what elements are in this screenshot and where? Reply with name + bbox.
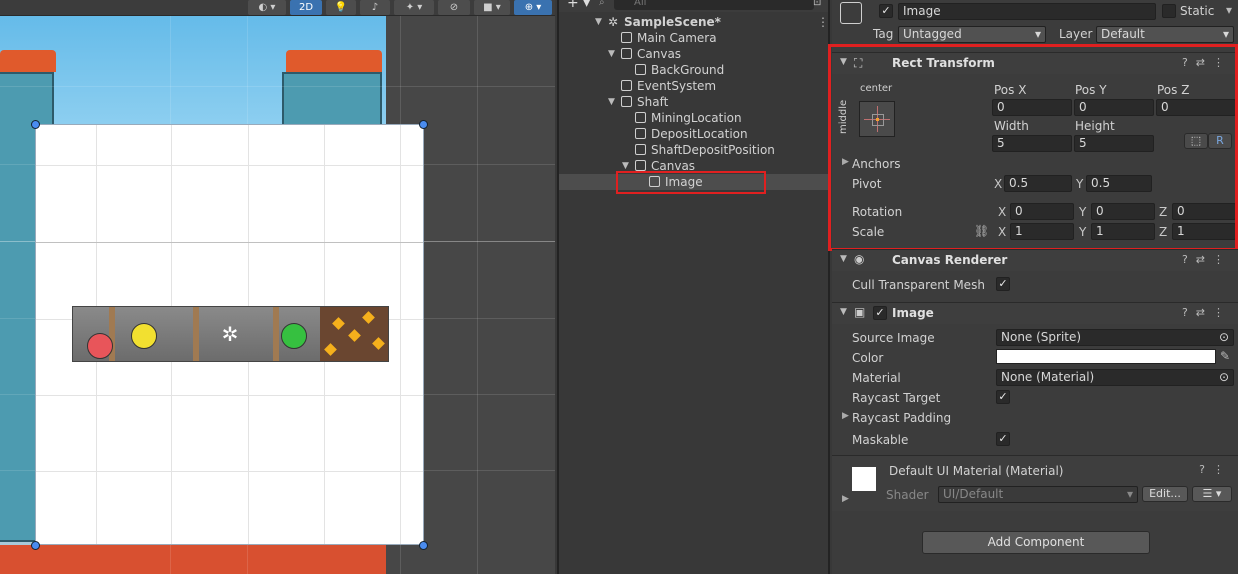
hierarchy-search-input[interactable]: All [614, 0, 814, 10]
layer-label: Layer [1059, 27, 1093, 41]
color-swatch[interactable] [996, 349, 1216, 364]
maskable-label: Maskable [852, 433, 909, 447]
green-light-icon [281, 323, 307, 349]
rect-handle-top-left[interactable] [31, 120, 40, 129]
static-label: Static [1180, 4, 1215, 18]
gameobject-icon [621, 48, 632, 59]
eye-icon: ◉ [854, 252, 865, 266]
material-label: Material [852, 371, 901, 385]
foldout-arrow-icon[interactable]: ▼ [840, 254, 847, 264]
canvas-renderer-header[interactable]: ▼ ◉ Canvas Renderer ?⇄⋮ [832, 249, 1238, 271]
gameobject-icon [635, 160, 646, 171]
gameobject-icon [621, 80, 632, 91]
ore-pile [320, 307, 388, 361]
camera-icon[interactable]: ■ ▾ [474, 0, 510, 15]
lock-icon[interactable]: ⊡ [813, 0, 821, 8]
cull-transparent-mesh-label: Cull Transparent Mesh [852, 278, 985, 292]
object-name-input[interactable]: Image [898, 3, 1156, 20]
building-roof-right [286, 50, 382, 72]
unity-scene-icon: ✲ [608, 15, 619, 29]
source-image-label: Source Image [852, 331, 935, 345]
gameobject-icon [635, 128, 646, 139]
hierarchy-item-mininglocation[interactable]: MiningLocation [559, 110, 830, 126]
hierarchy-item-shaft[interactable]: ▼ Shaft [559, 94, 830, 110]
component-menu-icons[interactable]: ?⇄⋮ [1182, 253, 1232, 266]
hierarchy-item-main-camera[interactable]: Main Camera [559, 30, 830, 46]
hierarchy-toolbar: + ▾ All ⌕ ⊡ [559, 0, 828, 12]
image-enabled-checkbox[interactable]: ✓ [873, 306, 887, 320]
gameobject-icon [840, 2, 862, 24]
rect-transform-highlight [828, 44, 1238, 251]
gameobject-icon [621, 32, 632, 43]
scene-toolbar: ◐ ▾ 2D 💡 ♪ ✦ ▾ ⊘ ■ ▾ ⊕ ▾ [0, 0, 555, 16]
edit-shader-button[interactable]: Edit... [1142, 486, 1188, 502]
building-roof-left [0, 50, 56, 72]
shaft-sprite[interactable]: ✲ [72, 306, 389, 362]
gameobject-icon [621, 96, 632, 107]
red-light-icon [87, 333, 113, 359]
static-dropdown-icon[interactable]: ▾ [1226, 3, 1232, 17]
search-icon: ⌕ [599, 0, 605, 8]
material-title: Default UI Material (Material) [889, 464, 1064, 478]
shader-options-button[interactable]: ☰ ▾ [1192, 486, 1232, 502]
eyedropper-icon[interactable]: ✎ [1220, 349, 1230, 363]
raycast-target-checkbox[interactable]: ✓ [996, 390, 1010, 404]
rect-handle-bottom-left[interactable] [31, 541, 40, 550]
pivot-gizmo-icon[interactable]: ✲ [219, 323, 241, 345]
add-icon[interactable]: + ▾ [567, 0, 590, 11]
tag-dropdown[interactable]: Untagged ▾ [898, 26, 1046, 43]
static-checkbox[interactable] [1162, 4, 1176, 18]
material-menu-icons[interactable]: ?⋮ [1199, 463, 1232, 476]
material-preview-icon [852, 467, 876, 491]
gameobject-icon [635, 112, 646, 123]
selection-highlight [616, 171, 766, 194]
hierarchy-item-scene[interactable]: ▼ ✲ SampleScene* ⋮ [559, 14, 830, 30]
ground [0, 545, 386, 574]
lighting-icon[interactable]: 💡 [326, 0, 356, 15]
hierarchy-item-canvas[interactable]: ▼ Canvas [559, 46, 830, 62]
hidden-objects-icon[interactable]: ⊘ [438, 0, 470, 15]
hierarchy-item-eventsystem[interactable]: EventSystem [559, 78, 830, 94]
layer-dropdown[interactable]: Default ▾ [1096, 26, 1234, 43]
scene-view[interactable]: ◐ ▾ 2D 💡 ♪ ✦ ▾ ⊘ ■ ▾ ⊕ ▾ ✲ [0, 0, 555, 574]
toggle-2d-button[interactable]: 2D [290, 0, 322, 15]
active-checkbox[interactable]: ✓ [879, 4, 893, 18]
shader-dropdown[interactable]: UI/Default ▾ [938, 486, 1138, 503]
yellow-light-icon [131, 323, 157, 349]
cull-transparent-mesh-checkbox[interactable]: ✓ [996, 277, 1010, 291]
tag-label: Tag [873, 27, 894, 41]
inspector-panel: ✓ Image Static ▾ Tag Untagged ▾ Layer Def… [828, 0, 1238, 574]
maskable-checkbox[interactable]: ✓ [996, 432, 1010, 446]
raycast-padding-label[interactable]: Raycast Padding [852, 411, 951, 425]
raycast-target-label: Raycast Target [852, 391, 941, 405]
hierarchy-panel: + ▾ All ⌕ ⊡ ▼ ✲ SampleScene* ⋮ Main Came… [557, 0, 830, 574]
material-foldout-icon[interactable]: ▶ [842, 494, 849, 504]
shading-mode-button[interactable]: ◐ ▾ [248, 0, 286, 15]
material-block: Default UI Material (Material) ?⋮ ▶ Shad… [832, 455, 1238, 511]
hierarchy-item-shaftdepositposition[interactable]: ShaftDepositPosition [559, 142, 830, 158]
component-menu-icons[interactable]: ?⇄⋮ [1182, 306, 1232, 319]
raycast-padding-foldout-icon[interactable]: ▶ [842, 411, 849, 421]
object-picker-icon: ⊙ [1218, 330, 1229, 344]
gameobject-icon [635, 144, 646, 155]
gizmos-icon[interactable]: ⊕ ▾ [514, 0, 552, 15]
material-field[interactable]: None (Material) ⊙ [996, 369, 1234, 386]
shader-label: Shader [886, 488, 929, 502]
foldout-arrow-icon[interactable]: ▼ [840, 307, 847, 317]
more-options-icon[interactable]: ⋮ [817, 14, 829, 30]
image-icon: ▣ [854, 305, 866, 319]
color-label: Color [852, 351, 884, 365]
object-picker-icon: ⊙ [1218, 370, 1229, 384]
building-right [282, 72, 382, 132]
add-component-button[interactable]: Add Component [922, 531, 1150, 554]
hierarchy-item-background[interactable]: BackGround [559, 62, 830, 78]
rect-handle-top-right[interactable] [419, 120, 428, 129]
effects-icon[interactable]: ✦ ▾ [394, 0, 434, 15]
image-component-header[interactable]: ▼ ▣ ✓ Image ?⇄⋮ [832, 302, 1238, 324]
gameobject-icon [635, 64, 646, 75]
hierarchy-item-depositlocation[interactable]: DepositLocation [559, 126, 830, 142]
rect-handle-bottom-right[interactable] [419, 541, 428, 550]
source-image-field[interactable]: None (Sprite) ⊙ [996, 329, 1234, 346]
audio-icon[interactable]: ♪ [360, 0, 390, 15]
